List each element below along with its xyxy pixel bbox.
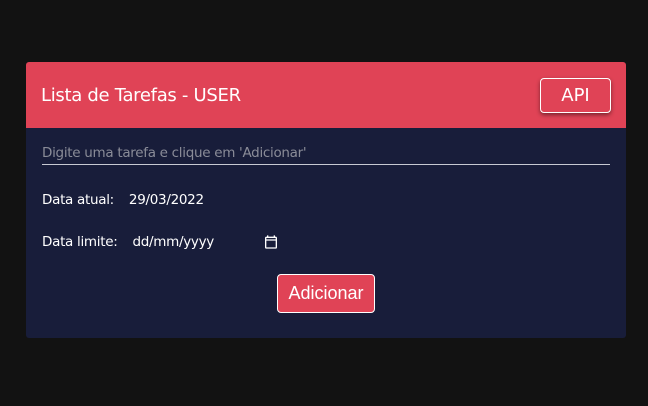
add-button[interactable]: Adicionar (277, 274, 375, 313)
api-button[interactable]: API (540, 77, 611, 113)
limit-date-label: Data limite: (42, 234, 118, 250)
current-date-label: Data atual: (42, 192, 114, 208)
todo-card: Lista de Tarefas - USER API Data atual: … (26, 62, 626, 338)
current-date-value: 29/03/2022 (128, 192, 204, 208)
calendar-icon[interactable] (263, 234, 279, 250)
limit-date-placeholder[interactable]: dd/mm/yyyy (132, 234, 263, 250)
current-date-row: Data atual: 29/03/2022 (42, 192, 204, 208)
limit-date-field[interactable]: dd/mm/yyyy (132, 234, 279, 250)
app-header: Lista de Tarefas - USER API (26, 62, 626, 128)
limit-date-row: Data limite: dd/mm/yyyy (42, 234, 279, 250)
app-title: Lista de Tarefas - USER (41, 84, 241, 106)
task-input[interactable] (42, 142, 610, 165)
